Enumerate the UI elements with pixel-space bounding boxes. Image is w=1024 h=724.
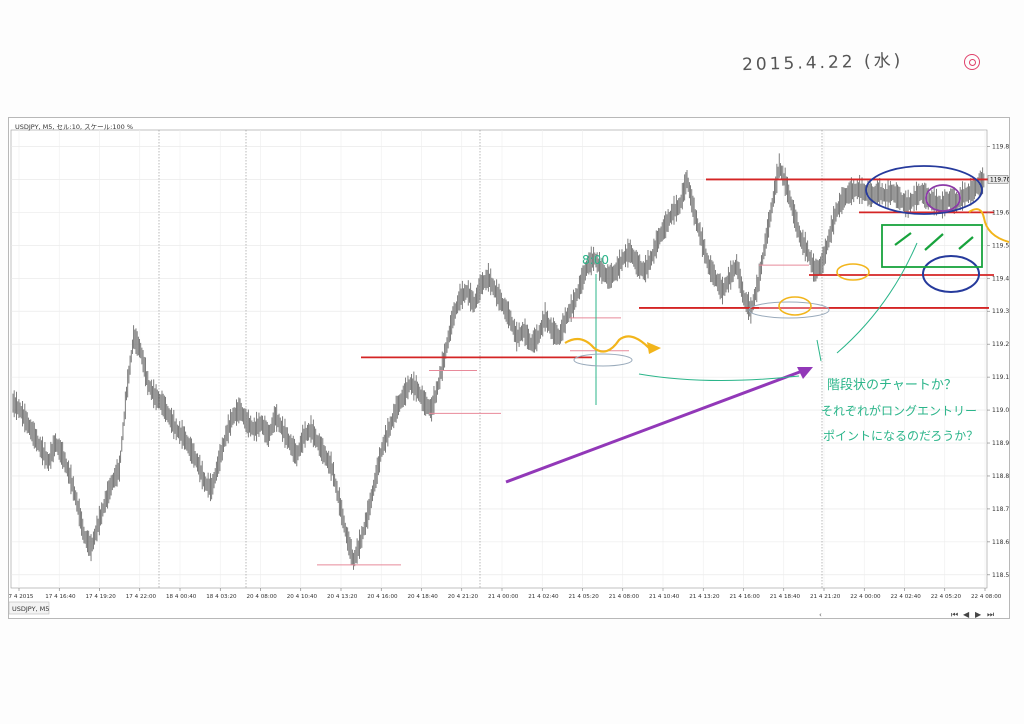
candles	[12, 153, 985, 570]
x-tick-label: 18 4 03:20	[206, 594, 237, 600]
x-tick-label: 20 4 13:20	[327, 594, 358, 600]
nav-prev-icon[interactable]: ◀	[963, 610, 970, 618]
y-tick-label: 119.80	[992, 143, 1009, 150]
y-tick-label: 118.50	[992, 572, 1009, 579]
x-tick-label: 20 4 10:40	[287, 594, 318, 600]
note-time: 8:00	[582, 253, 609, 267]
x-tick-label: 20 4 16:00	[367, 594, 398, 600]
note-line-1: 階段状のチャートか？	[827, 378, 957, 393]
x-tick-label: 22 4 02:40	[891, 594, 922, 600]
note-tick	[816, 339, 822, 362]
symbol-tab-label: USDJPY, M5	[12, 605, 49, 613]
y-tick-label: 119.20	[992, 341, 1009, 348]
x-tick-label: 17 4 2015	[9, 594, 34, 600]
chart-window: 118.50 118.60 118.70 118.80 118.90 119.00 119.…	[8, 117, 1010, 619]
nav-last-icon[interactable]: ⏭	[987, 610, 994, 618]
current-price-label: 119.70	[990, 177, 1009, 183]
x-tick-label: 17 4 22:00	[126, 594, 157, 600]
zone-slash	[958, 236, 974, 250]
y-tick-label: 119.60	[992, 209, 1009, 216]
x-tick-label: 20 4 08:00	[247, 594, 278, 600]
x-tick-label: 21 4 00:00	[488, 594, 519, 600]
y-tick-label: 118.90	[992, 440, 1009, 447]
x-tick-label: 20 4 18:40	[408, 594, 439, 600]
note-line-2: それぞれがロングエントリー	[821, 403, 977, 418]
y-tick-label: 118.80	[992, 473, 1009, 480]
navigation-buttons[interactable]: ⏮ ◀ ▶ ⏭	[951, 610, 994, 618]
x-tick-label: 22 4 08:00	[971, 594, 1002, 600]
y-tick-label: 119.30	[992, 308, 1009, 315]
ellipse-navy	[922, 255, 980, 293]
x-tick-label: 22 4 00:00	[850, 594, 881, 600]
x-tick-label: 21 4 02:40	[528, 594, 559, 600]
x-tick-label: 21 4 18:40	[770, 594, 801, 600]
ellipse-light	[748, 301, 830, 319]
y-tick-label: 119.00	[992, 407, 1009, 414]
x-tick-label: 21 4 08:00	[609, 594, 640, 600]
y-tick-label: 119.40	[992, 275, 1009, 282]
x-tick-label: 22 4 05:20	[931, 594, 962, 600]
x-tick-label: 20 4 21:20	[448, 594, 479, 600]
x-tick-label: 17 4 16:40	[45, 594, 76, 600]
scroll-left-icon[interactable]: ‹	[819, 611, 822, 618]
x-tick-label: 21 4 05:20	[569, 594, 600, 600]
x-tick-label: 17 4 19:20	[86, 594, 117, 600]
y-tick-label: 119.50	[992, 242, 1009, 249]
stamp-icon	[964, 54, 980, 70]
y-tick-label: 118.60	[992, 539, 1009, 546]
handwritten-date: 2015.4.22 (水)	[741, 50, 904, 76]
symbol-info: USDJPY, M5, セル:10, スケール:100 %	[15, 123, 133, 131]
x-tick-label: 21 4 13:20	[689, 594, 720, 600]
nav-first-icon[interactable]: ⏮	[951, 610, 958, 618]
y-tick-label: 119.10	[992, 374, 1009, 381]
x-tick-label: 21 4 21:20	[810, 594, 841, 600]
nav-next-icon[interactable]: ▶	[975, 610, 982, 618]
wave-arrow-head-icon	[647, 342, 661, 354]
arrow-line	[505, 368, 806, 484]
x-tick-label: 21 4 16:00	[730, 594, 761, 600]
y-tick-label: 118.70	[992, 506, 1009, 513]
scanned-page: 2015.4.22 (水) 118.50118.60118.70118.8011…	[0, 0, 1024, 724]
zone-slash	[924, 233, 944, 251]
x-tick-label: 18 4 00:40	[166, 594, 197, 600]
x-tick-label: 21 4 10:40	[649, 594, 680, 600]
ellipse-purple	[925, 184, 961, 212]
zone-slash	[894, 232, 912, 246]
note-line-3: ポイントになるのだろうか？	[823, 429, 978, 443]
note-connector	[836, 242, 918, 354]
price-chart: 118.50 118.60 118.70 118.80 118.90 119.00 119.…	[9, 123, 1009, 618]
